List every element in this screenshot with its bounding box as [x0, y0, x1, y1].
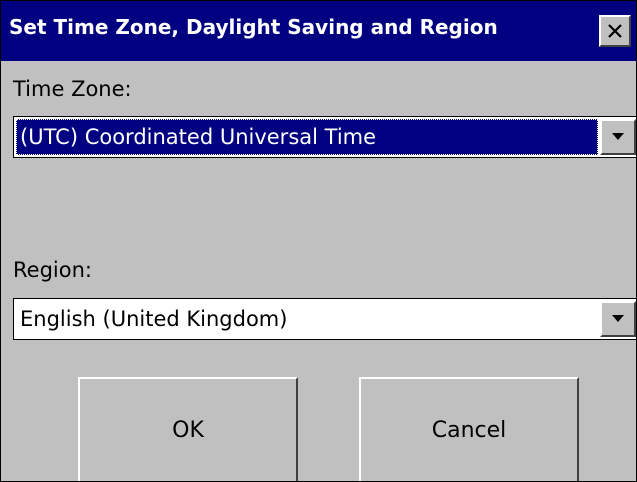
timezone-region-dialog: Set Time Zone, Daylight Saving and Regio…: [0, 0, 637, 482]
region-label: Region:: [13, 258, 92, 282]
time-zone-dropdown-button[interactable]: [600, 119, 636, 155]
cancel-button[interactable]: Cancel: [359, 377, 579, 481]
time-zone-label: Time Zone:: [13, 77, 132, 101]
region-selected-value[interactable]: English (United Kingdom): [16, 301, 598, 337]
ok-button[interactable]: OK: [78, 377, 298, 481]
close-icon: [608, 24, 622, 38]
chevron-down-icon: [612, 315, 624, 322]
region-dropdown[interactable]: English (United Kingdom): [13, 298, 636, 340]
chevron-down-icon: [612, 133, 624, 140]
time-zone-selected-value[interactable]: (UTC) Coordinated Universal Time: [16, 119, 598, 155]
time-zone-dropdown[interactable]: (UTC) Coordinated Universal Time: [13, 116, 636, 158]
dialog-title: Set Time Zone, Daylight Saving and Regio…: [9, 15, 498, 39]
region-dropdown-button[interactable]: [600, 301, 636, 337]
title-bar: Set Time Zone, Daylight Saving and Regio…: [1, 1, 636, 61]
close-button[interactable]: [599, 15, 631, 47]
